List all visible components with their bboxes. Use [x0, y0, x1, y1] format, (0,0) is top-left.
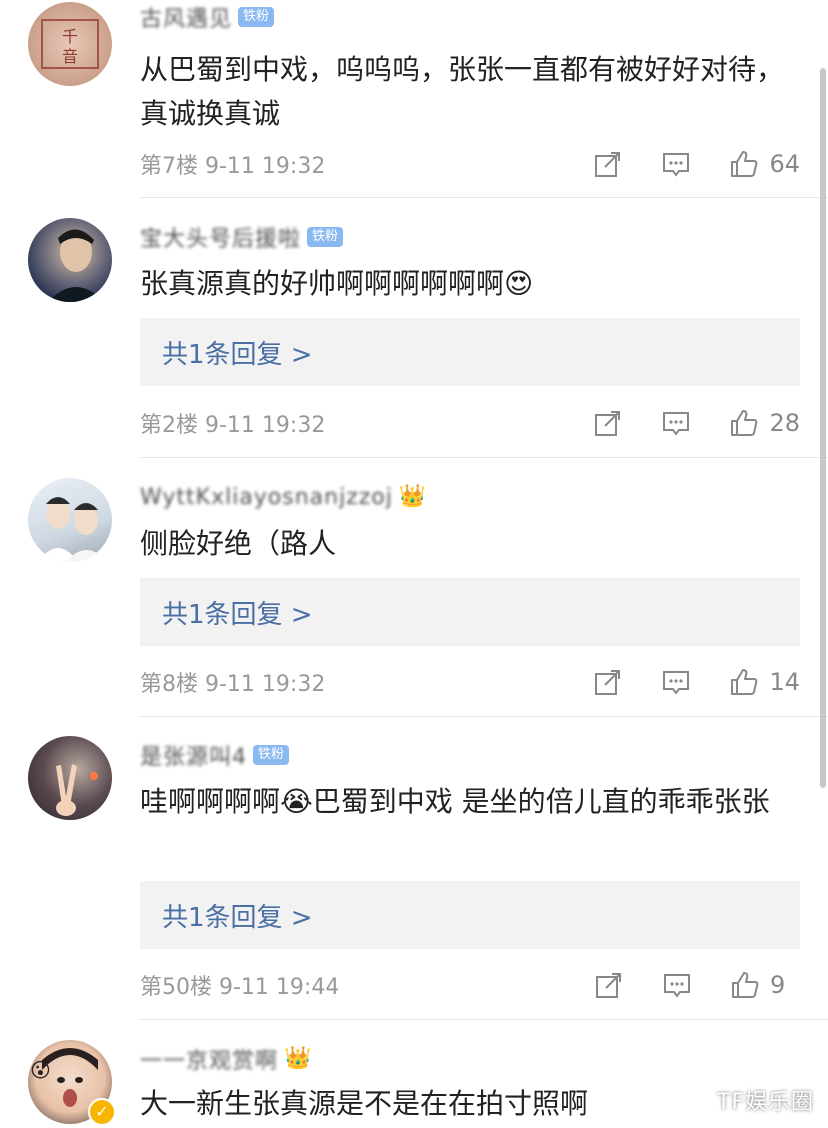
like-count: 9 — [770, 971, 786, 999]
floor-timestamp: 第2楼 9-11 19:32 — [140, 413, 326, 438]
floor-timestamp: 第7楼 9-11 19:32 — [140, 154, 326, 179]
comment-meta-row: 第7楼 9-11 19:32 64 — [140, 146, 800, 182]
like-count: 14 — [769, 668, 800, 696]
svg-text:千: 千 — [62, 27, 78, 46]
fan-badge: 铁粉 — [253, 745, 290, 765]
like-count: 28 — [769, 409, 800, 437]
username[interactable]: 一一京观赏啊 — [140, 1043, 278, 1075]
comment-icon[interactable] — [661, 149, 691, 179]
comment-meta-row: 第50楼 9-11 19:44 9 — [140, 967, 800, 1003]
comment-actions: 9 — [556, 970, 800, 1000]
share-icon[interactable] — [593, 149, 623, 179]
divider — [140, 1019, 828, 1020]
reply-summary-button[interactable]: 共1条回复 > — [140, 318, 800, 386]
comment-meta-row: 第2楼 9-11 19:32 28 — [140, 405, 800, 441]
username[interactable]: 是张源叫4 — [140, 739, 247, 771]
like-count: 64 — [769, 150, 800, 178]
thumbs-up-icon[interactable] — [730, 970, 760, 1000]
username-row: 是张源叫4 铁粉 — [140, 739, 290, 771]
comment-text-part-b: 巴蜀到中戏 是坐的倍儿直的乖乖张张 — [312, 785, 770, 818]
crown-icon: 👑 — [284, 1046, 312, 1071]
avatar[interactable]: 千 音 — [28, 2, 112, 86]
divider — [140, 197, 828, 198]
comment-actions: 64 — [555, 149, 800, 179]
avatar[interactable] — [28, 478, 112, 562]
comment-actions: 28 — [555, 408, 800, 438]
comment-meta-row: 第8楼 9-11 19:32 14 — [140, 664, 800, 700]
username-row: 宝大头号后援啦 铁粉 — [140, 221, 344, 253]
comment-icon[interactable] — [661, 408, 691, 438]
crying-emoji: 😭 — [280, 785, 313, 818]
comment-text: 张真源真的好帅啊啊啊啊啊啊😍 — [140, 262, 800, 306]
thumbs-up-icon[interactable] — [729, 149, 759, 179]
username[interactable]: WyttKxliayosnanjzzoj — [140, 485, 393, 510]
avatar[interactable] — [28, 218, 112, 302]
comment-text: 侧脸好绝（路人 — [140, 527, 337, 560]
floor-timestamp: 第50楼 9-11 19:44 — [140, 975, 340, 1000]
share-icon[interactable] — [593, 408, 623, 438]
divider — [140, 716, 828, 717]
comment-icon[interactable] — [662, 970, 692, 1000]
comment-icon[interactable] — [661, 667, 691, 697]
fan-badge: 铁粉 — [238, 7, 275, 27]
verified-icon: ✓ — [88, 1098, 116, 1126]
reply-summary-button[interactable]: 共1条回复 > — [140, 881, 800, 949]
comment-text: 哇啊啊啊啊😭巴蜀到中戏 是坐的倍儿直的乖乖张张 — [140, 780, 800, 824]
share-icon[interactable] — [593, 667, 623, 697]
emoji-badge-icon: 😮 — [30, 1058, 51, 1082]
watermark: TF娱乐圈 — [716, 1090, 814, 1115]
crown-icon: 👑 — [398, 484, 427, 509]
fan-badge: 铁粉 — [307, 227, 344, 247]
avatar[interactable] — [28, 736, 112, 820]
comment-text-part-a: 哇啊啊啊啊 — [140, 785, 281, 818]
thumbs-up-icon[interactable] — [729, 408, 759, 438]
comment-actions: 14 — [555, 667, 800, 697]
username-row: 一一京观赏啊 👑 — [140, 1043, 312, 1075]
comment-text: 从巴蜀到中戏，呜呜呜，张张一直都有被好好对待，真诚换真诚 — [140, 53, 785, 130]
username[interactable]: 宝大头号后援啦 — [140, 221, 301, 253]
comment-text-body: 张真源真的好帅啊啊啊啊啊啊 — [140, 267, 505, 300]
share-icon[interactable] — [594, 970, 624, 1000]
svg-text:音: 音 — [62, 47, 78, 66]
divider — [140, 457, 828, 458]
username-row: 古风遇见 铁粉 — [140, 1, 275, 33]
floor-timestamp: 第8楼 9-11 19:32 — [140, 672, 326, 697]
username-row: WyttKxliayosnanjzzoj 👑 — [140, 482, 426, 512]
reply-summary-button[interactable]: 共1条回复 > — [140, 578, 800, 646]
username[interactable]: 古风遇见 — [140, 1, 232, 33]
thumbs-up-icon[interactable] — [729, 667, 759, 697]
scrollbar[interactable] — [820, 68, 826, 788]
comment-text: 大一新生张真源是不是在在拍寸照啊 — [140, 1087, 589, 1120]
heart-eyes-emoji: 😍 — [504, 267, 534, 300]
